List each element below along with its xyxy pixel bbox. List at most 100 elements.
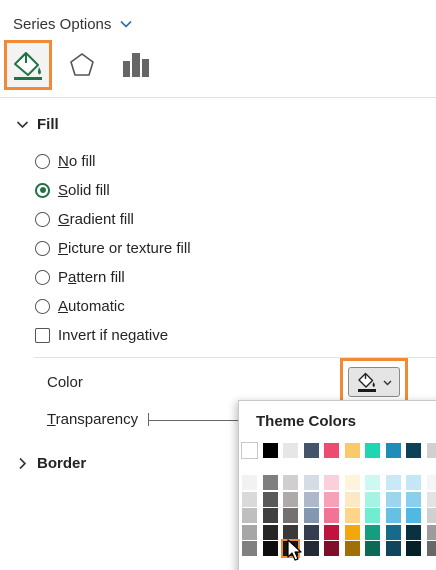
color-swatch[interactable] <box>385 475 401 490</box>
color-swatch[interactable] <box>242 541 257 556</box>
radio-button[interactable] <box>35 240 50 256</box>
color-swatch[interactable] <box>262 443 278 458</box>
color-swatch[interactable] <box>365 508 380 523</box>
option-gradient-fill[interactable]: Gradient fill <box>35 209 134 229</box>
color-swatch[interactable] <box>426 443 436 458</box>
color-swatch[interactable] <box>283 508 298 523</box>
tab-fill-line[interactable] <box>4 40 52 90</box>
color-swatch[interactable] <box>324 508 339 523</box>
chevron-down-icon <box>16 120 29 128</box>
color-swatch[interactable] <box>426 524 436 540</box>
color-swatch[interactable] <box>426 491 436 507</box>
color-swatch[interactable] <box>283 443 298 458</box>
color-swatch[interactable] <box>242 491 257 507</box>
radio-button[interactable] <box>35 211 50 227</box>
option-pattern-fill[interactable]: Pattern fill <box>35 267 125 287</box>
color-swatch[interactable] <box>262 541 278 556</box>
color-swatch[interactable] <box>303 475 319 490</box>
color-swatch[interactable] <box>344 475 360 490</box>
color-swatch[interactable] <box>303 491 319 507</box>
color-swatch[interactable] <box>344 524 360 540</box>
color-swatch[interactable] <box>406 475 421 490</box>
tab-series-options[interactable] <box>112 40 160 90</box>
color-swatch[interactable] <box>303 541 319 556</box>
section-title-border: Border <box>37 454 87 472</box>
color-swatch[interactable] <box>344 491 360 507</box>
color-swatch[interactable] <box>242 508 257 523</box>
color-swatch[interactable] <box>365 443 380 458</box>
color-swatch[interactable] <box>303 524 319 540</box>
color-swatch[interactable] <box>324 524 339 540</box>
color-swatch[interactable] <box>385 491 401 507</box>
section-title-fill: Fill <box>37 115 59 133</box>
color-swatch[interactable] <box>406 491 421 507</box>
color-swatch[interactable] <box>406 541 421 556</box>
color-label: Color <box>47 374 83 391</box>
color-swatch[interactable] <box>344 508 360 523</box>
paint-bucket-icon <box>357 372 376 392</box>
color-swatch[interactable] <box>303 508 319 523</box>
option-label: Gradient fill <box>58 210 134 228</box>
chevron-down-icon <box>120 20 132 28</box>
color-swatch[interactable] <box>426 508 436 523</box>
format-tabs <box>4 40 166 90</box>
radio-button-selected[interactable] <box>35 182 50 198</box>
color-swatch[interactable] <box>262 475 278 490</box>
color-swatch[interactable] <box>406 508 421 523</box>
color-swatch[interactable] <box>262 508 278 523</box>
option-solid-fill[interactable]: Solid fill <box>35 180 110 200</box>
color-swatch[interactable] <box>365 541 380 556</box>
checkbox[interactable] <box>35 327 50 343</box>
color-swatch[interactable] <box>426 475 436 490</box>
border-section-toggle[interactable]: Border <box>16 452 86 474</box>
radio-button[interactable] <box>35 269 50 285</box>
color-swatch[interactable] <box>283 491 298 507</box>
option-label: Solid fill <box>58 181 110 199</box>
tab-effects[interactable] <box>58 40 106 90</box>
color-swatch[interactable] <box>406 524 421 540</box>
color-swatch[interactable] <box>242 524 257 540</box>
option-label: Pattern fill <box>58 268 125 286</box>
radio-button[interactable] <box>35 153 50 169</box>
color-swatch[interactable] <box>324 475 339 490</box>
fill-color-button[interactable] <box>348 367 400 397</box>
color-swatch[interactable] <box>385 508 401 523</box>
color-swatch[interactable] <box>365 524 380 540</box>
option-invert-if-negative[interactable]: Invert if negative <box>35 325 168 345</box>
transparency-slider[interactable] <box>148 420 243 421</box>
option-label: Invert if negative <box>58 326 169 344</box>
color-swatch[interactable] <box>406 443 421 458</box>
panel-title: Series Options <box>13 15 112 33</box>
color-swatch[interactable] <box>385 541 401 556</box>
color-swatch[interactable] <box>241 442 258 459</box>
fill-section-toggle[interactable]: Fill <box>16 113 59 135</box>
color-swatch[interactable] <box>344 541 360 556</box>
color-swatch[interactable] <box>324 443 339 458</box>
color-swatch[interactable] <box>283 475 298 490</box>
color-swatch[interactable] <box>365 491 380 507</box>
series-options-dropdown[interactable]: Series Options <box>13 13 133 35</box>
divider <box>0 97 436 98</box>
color-swatch[interactable] <box>385 524 401 540</box>
color-swatch[interactable] <box>426 541 436 556</box>
bar-chart-icon <box>123 53 149 77</box>
option-no-fill[interactable]: No fill <box>35 151 96 171</box>
color-swatch[interactable] <box>283 524 298 540</box>
color-swatch[interactable] <box>365 475 380 490</box>
mouse-pointer-icon <box>287 539 302 561</box>
option-picture-texture-fill[interactable]: Picture or texture fill <box>35 238 191 258</box>
option-automatic[interactable]: Automatic <box>35 296 125 316</box>
color-swatch[interactable] <box>303 443 319 458</box>
color-swatch[interactable] <box>385 443 401 458</box>
chevron-down-icon <box>383 380 391 385</box>
option-label: No fill <box>58 152 96 170</box>
color-swatch[interactable] <box>242 475 257 490</box>
color-swatch[interactable] <box>324 541 339 556</box>
color-swatch[interactable] <box>344 443 360 458</box>
color-picker-popup: Theme Colors <box>238 400 436 570</box>
color-swatch[interactable] <box>262 491 278 507</box>
color-swatch[interactable] <box>324 491 339 507</box>
paint-bucket-icon <box>14 52 42 80</box>
color-swatch[interactable] <box>262 524 278 540</box>
radio-button[interactable] <box>35 298 50 314</box>
